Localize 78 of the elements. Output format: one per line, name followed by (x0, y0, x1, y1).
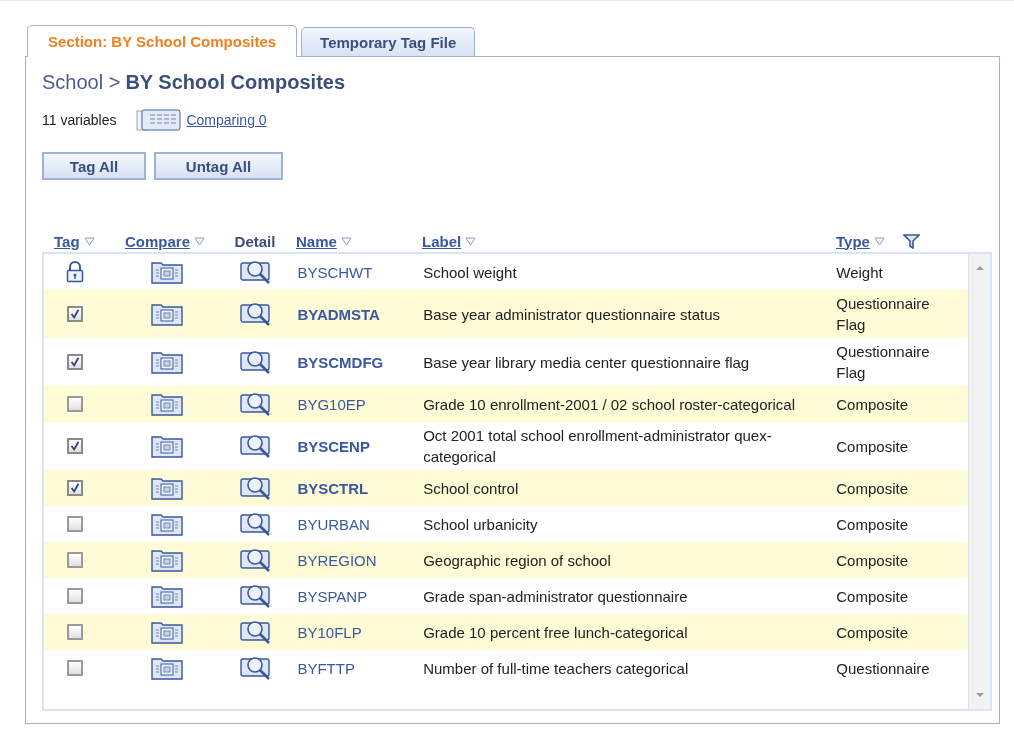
compare-icon[interactable] (149, 434, 184, 458)
tag-checkbox[interactable] (67, 516, 84, 532)
column-header[interactable]: Detail (234, 232, 276, 250)
compare-icon[interactable] (149, 350, 184, 374)
variable-type: Composite (836, 394, 908, 415)
tag-checkbox[interactable] (67, 480, 84, 496)
variable-name-link[interactable]: BYREGION (297, 549, 377, 571)
variable-type: Questionnaire Flag (836, 294, 931, 335)
variable-name-link[interactable]: BYADMSTA (297, 303, 380, 325)
scrollbar[interactable] (968, 254, 990, 709)
compare-icon[interactable] (149, 548, 184, 572)
variable-label: Oct 2001 total school enrollment-administrator quex-categorical (423, 426, 773, 467)
action-button[interactable]: Untag All (154, 152, 283, 180)
tab[interactable]: Temporary Tag File (301, 27, 476, 56)
variable-name-link[interactable]: BYG10EP (297, 393, 366, 415)
sort-icon[interactable] (873, 236, 885, 246)
variable-type: Questionnaire (836, 658, 930, 679)
variable-name-link[interactable]: BY10FLP (297, 621, 362, 643)
variable-name-link[interactable]: BYSCHWT (297, 261, 373, 283)
scroll-down-icon[interactable] (974, 692, 985, 699)
variable-name-link[interactable]: BYSCMDFG (297, 351, 384, 373)
sort-icon[interactable] (465, 236, 477, 246)
column-header[interactable]: Tag (54, 232, 80, 250)
tag-checkbox[interactable] (67, 396, 84, 412)
variable-name-link[interactable]: BYURBAN (297, 513, 370, 535)
tag-checkbox[interactable] (67, 552, 84, 568)
variable-label: Number of full-time teachers categorical (423, 658, 689, 679)
variable-count: 11 variables (42, 112, 117, 128)
column-header[interactable]: Label (422, 232, 462, 250)
variable-label: School weight (423, 262, 517, 283)
compare-icon[interactable] (149, 512, 184, 536)
tag-checkbox[interactable] (67, 438, 84, 454)
tag-checkbox[interactable] (67, 306, 84, 322)
compare-icon[interactable] (149, 302, 184, 326)
variable-name-link[interactable]: BYSCTRL (297, 477, 369, 499)
variable-label: Grade 10 enrollment-2001 / 02 school roster-categorical (423, 394, 796, 415)
variable-type: Composite (836, 436, 908, 457)
sort-icon[interactable] (194, 236, 205, 246)
compare-icon[interactable] (149, 656, 184, 680)
sort-icon[interactable] (340, 236, 352, 246)
variable-name-link[interactable]: BYSCENP (297, 435, 370, 457)
variable-label: School urbanicity (423, 514, 538, 535)
variable-type: Composite (836, 478, 908, 499)
scroll-up-icon[interactable] (974, 264, 985, 271)
variable-label: Geographic region of school (423, 550, 611, 571)
variable-type: Questionnaire Flag (836, 342, 931, 383)
compare-icon[interactable] (149, 260, 184, 284)
filter-icon[interactable] (902, 233, 920, 249)
variable-name-link[interactable]: BYFTTP (297, 657, 355, 679)
variable-name-link[interactable]: BYSPANP (297, 585, 368, 607)
tag-checkbox[interactable] (67, 588, 84, 604)
tag-checkbox[interactable] (67, 660, 84, 676)
variable-type: Composite (836, 586, 908, 607)
tag-checkbox[interactable] (67, 624, 84, 640)
compare-icon[interactable] (149, 584, 184, 608)
variable-type: Composite (836, 550, 908, 571)
compare-icon[interactable] (149, 620, 184, 644)
column-header[interactable]: Compare (125, 232, 190, 250)
breadcrumb-parent[interactable]: School > (42, 71, 121, 93)
variable-label: Grade span-administrator questionnaire (423, 586, 688, 607)
column-header[interactable]: Type (836, 232, 870, 250)
tag-checkbox[interactable] (67, 354, 84, 370)
compare-icon (136, 108, 183, 132)
variable-type: Weight (836, 262, 883, 283)
compare-icon[interactable] (149, 476, 184, 500)
variable-label: Base year library media center questionnaire flag (423, 352, 750, 373)
variable-type: Composite (836, 514, 908, 535)
variable-type: Composite (836, 622, 908, 643)
sort-icon[interactable] (83, 236, 95, 246)
column-header[interactable]: Name (296, 232, 337, 250)
lock-icon (66, 261, 85, 283)
variable-label: Base year administrator questionnaire status (423, 304, 720, 325)
variable-label: Grade 10 percent free lunch-categorical (423, 622, 688, 643)
action-button[interactable]: Tag All (42, 152, 146, 180)
comparing-link[interactable]: Comparing 0 (186, 112, 267, 128)
compare-icon[interactable] (149, 392, 184, 416)
variable-label: School control (423, 478, 519, 499)
breadcrumb-current: BY School Composites (125, 71, 346, 93)
